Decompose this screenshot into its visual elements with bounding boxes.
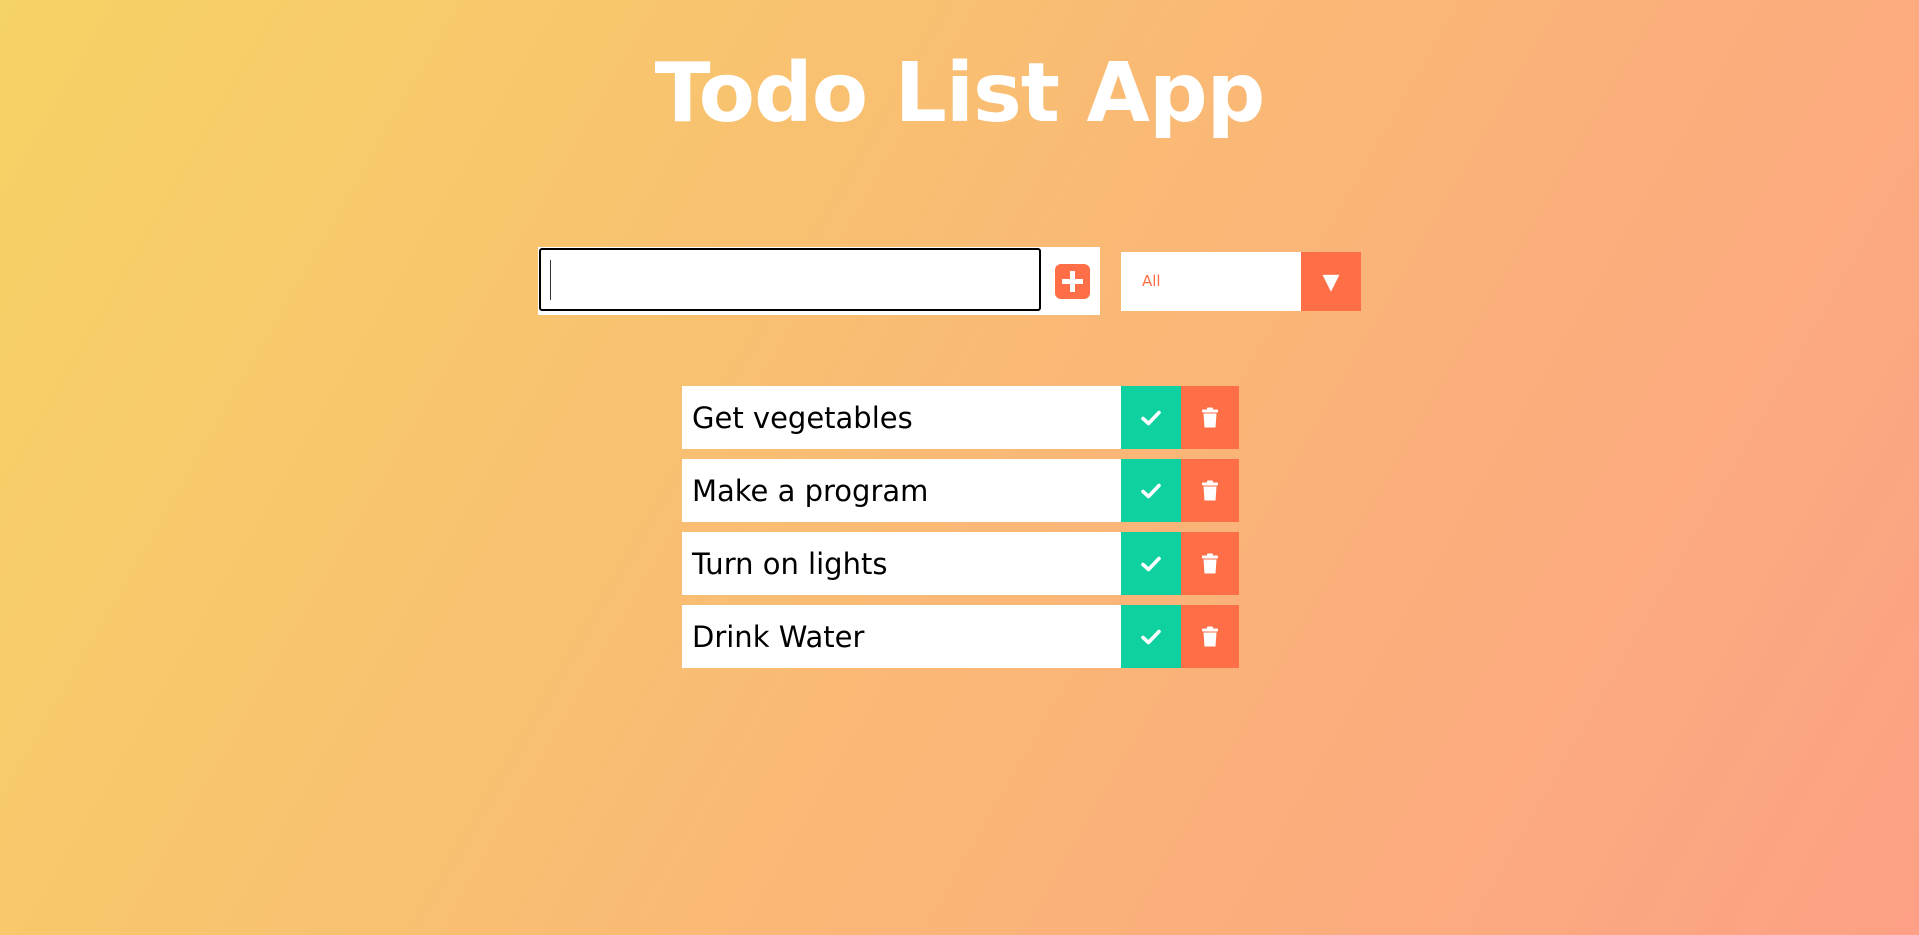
check-icon [1141, 410, 1161, 425]
complete-button[interactable] [1121, 605, 1181, 668]
todo-input[interactable] [539, 248, 1041, 311]
todo-item: Make a program [682, 459, 1239, 522]
todo-text: Drink Water [692, 620, 865, 654]
delete-button[interactable] [1181, 386, 1239, 449]
todo-item: Get vegetables [682, 386, 1239, 449]
todo-item: Drink Water [682, 605, 1239, 668]
complete-button[interactable] [1121, 386, 1181, 449]
check-icon [1141, 483, 1161, 498]
todo-list: Get vegetables Make a program Turn on li… [682, 386, 1239, 678]
trash-icon [1202, 480, 1218, 500]
todo-text: Turn on lights [692, 547, 888, 581]
todo-text: Make a program [692, 474, 929, 508]
trash-icon [1202, 407, 1218, 427]
app-title: Todo List App [654, 46, 1266, 141]
complete-button[interactable] [1121, 532, 1181, 595]
delete-button[interactable] [1181, 532, 1239, 595]
check-icon [1141, 556, 1161, 571]
filter-selected-value: All [1142, 272, 1161, 290]
delete-button[interactable] [1181, 605, 1239, 668]
plus-square-icon [1055, 264, 1090, 299]
complete-button[interactable] [1121, 459, 1181, 522]
filter-select[interactable]: All ▼ [1121, 252, 1361, 311]
delete-button[interactable] [1181, 459, 1239, 522]
trash-icon [1202, 553, 1218, 573]
dropdown-arrow-icon[interactable]: ▼ [1301, 252, 1361, 311]
todo-form [538, 247, 1100, 315]
text-caret [550, 260, 551, 300]
check-icon [1141, 629, 1161, 644]
todo-text: Get vegetables [692, 401, 913, 435]
todo-item: Turn on lights [682, 532, 1239, 595]
add-todo-button[interactable] [1046, 247, 1100, 315]
trash-icon [1202, 626, 1218, 646]
